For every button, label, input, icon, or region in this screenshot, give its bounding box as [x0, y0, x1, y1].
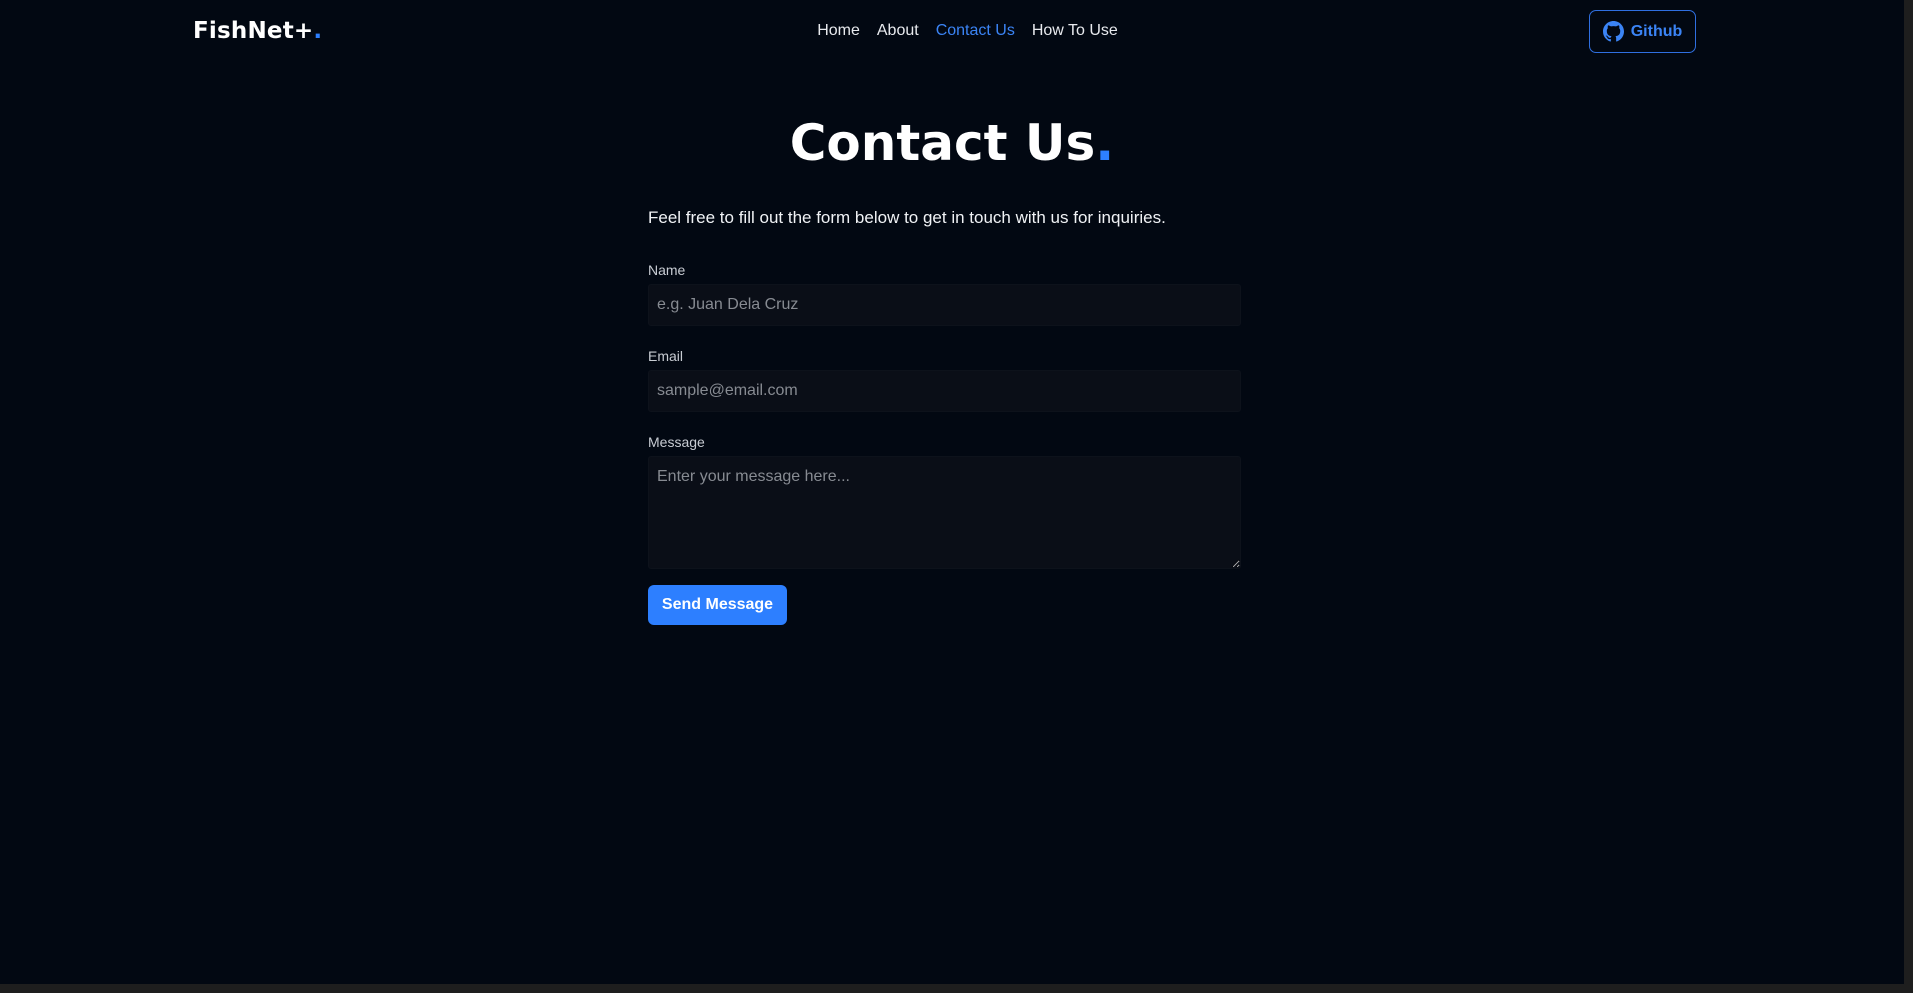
message-textarea[interactable]	[648, 456, 1241, 569]
page-title-dot: .	[1095, 114, 1115, 172]
message-label: Message	[648, 434, 705, 450]
horizontal-scrollbar[interactable]	[0, 984, 1913, 993]
nav-link-contact-us[interactable]: Contact Us	[936, 22, 1015, 40]
email-input[interactable]	[648, 370, 1241, 412]
email-field-group: Email	[648, 348, 1241, 412]
nav-link-how-to-use[interactable]: How To Use	[1032, 22, 1118, 40]
intro-text: Feel free to fill out the form below to …	[648, 208, 1166, 227]
github-button-label: Github	[1630, 22, 1683, 40]
name-label: Name	[648, 262, 686, 278]
top-navbar: FishNet+. Home About Contact Us How To U…	[0, 0, 1904, 64]
vertical-scrollbar[interactable]	[1904, 0, 1913, 993]
nav-link-about[interactable]: About	[877, 22, 919, 40]
github-button[interactable]: Github	[1589, 10, 1696, 53]
email-label: Email	[648, 348, 684, 364]
page-title: Contact Us.	[0, 114, 1904, 172]
nav-link-home[interactable]: Home	[817, 22, 860, 40]
name-field-group: Name	[648, 262, 1241, 326]
github-icon	[1602, 21, 1624, 42]
page-viewport: FishNet+. Home About Contact Us How To U…	[0, 0, 1904, 984]
contact-form: Name Email Message Send Message	[648, 262, 1241, 625]
message-field-group: Message	[648, 434, 1241, 569]
page-title-text: Contact Us	[789, 114, 1096, 172]
send-message-button[interactable]: Send Message	[648, 585, 787, 625]
name-input[interactable]	[648, 284, 1241, 326]
